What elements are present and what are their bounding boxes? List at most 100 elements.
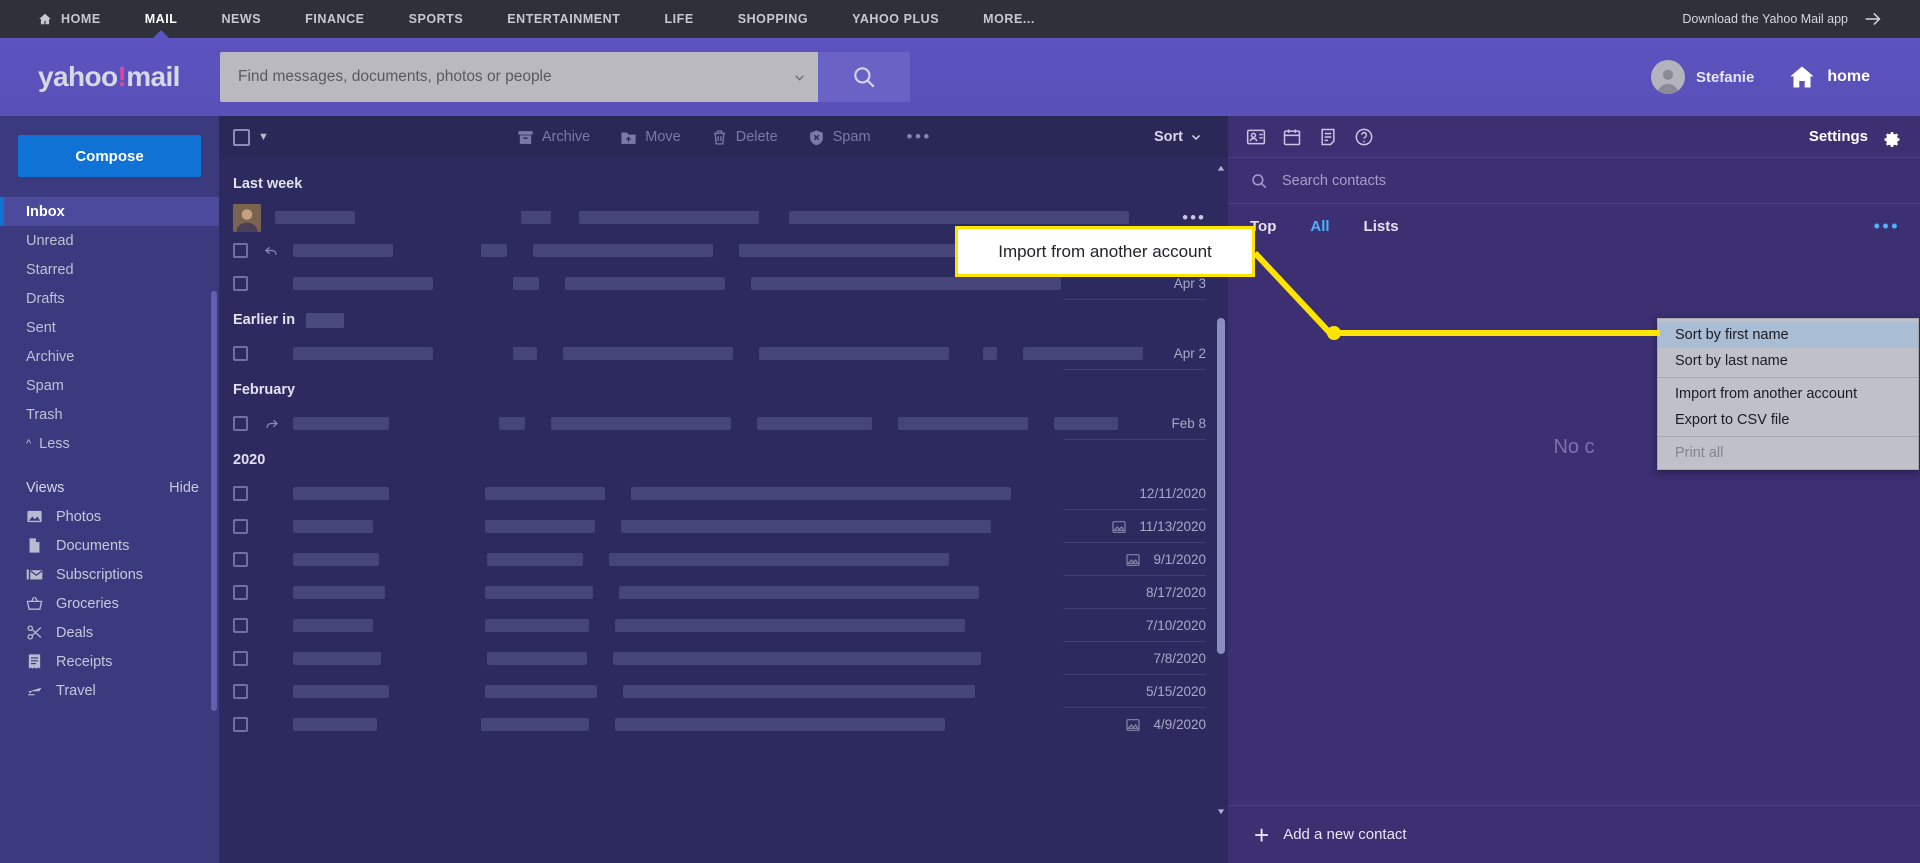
sidebar-item-archive[interactable]: Archive — [0, 342, 219, 371]
row-checkbox[interactable] — [233, 416, 248, 431]
yahoo-mail-logo[interactable]: yahoo!mail — [24, 61, 220, 93]
menu-item-export-to-csv-file[interactable]: Export to CSV file — [1658, 407, 1918, 433]
tab-lists[interactable]: Lists — [1364, 218, 1399, 235]
sort-button[interactable]: Sort — [1154, 129, 1214, 145]
scrollbar-thumb[interactable] — [1217, 318, 1225, 654]
tab-all[interactable]: All — [1310, 218, 1329, 235]
row-checkbox[interactable] — [233, 651, 248, 666]
contacts-more-menu-button[interactable]: ••• — [1874, 216, 1900, 237]
table-row[interactable]: Feb 8 — [219, 407, 1228, 440]
sidebar-less-toggle[interactable]: ^ Less — [0, 429, 219, 458]
menu-item-sort-by-last-name[interactable]: Sort by last name — [1658, 348, 1918, 374]
group-label: February — [233, 382, 296, 398]
archive-button[interactable]: Archive — [517, 129, 590, 146]
calendar-icon[interactable] — [1282, 127, 1302, 147]
table-row[interactable]: 12/11/2020 — [219, 477, 1228, 510]
table-row[interactable]: 7/8/2020 — [219, 642, 1228, 675]
attachment-image-icon — [1112, 520, 1127, 533]
contacts-header: Settings — [1228, 116, 1920, 158]
sidebar-item-inbox[interactable]: Inbox — [0, 197, 219, 226]
table-row[interactable]: 8/17/2020 — [219, 576, 1228, 609]
topnav-item-shopping[interactable]: SHOPPING — [716, 0, 830, 38]
sidebar-item-drafts[interactable]: Drafts — [0, 284, 219, 313]
row-checkbox[interactable] — [233, 346, 248, 361]
delete-button[interactable]: Delete — [711, 129, 778, 146]
table-row[interactable]: 9/1/2020 — [219, 543, 1228, 576]
row-checkbox[interactable] — [233, 717, 248, 732]
toolbar-more-button[interactable]: ••• — [907, 127, 932, 147]
menu-item-sort-by-first-name[interactable]: Sort by first name — [1658, 322, 1918, 348]
sidebar-item-documents[interactable]: Documents — [0, 531, 219, 560]
row-checkbox[interactable] — [233, 618, 248, 633]
topnav-item-more[interactable]: MORE... — [961, 0, 1057, 38]
move-label: Move — [645, 129, 681, 145]
row-checkbox[interactable] — [233, 486, 248, 501]
search-input[interactable]: Find messages, documents, photos or peop… — [220, 52, 818, 102]
topnav-item-news[interactable]: NEWS — [199, 0, 283, 38]
select-all-checkbox[interactable] — [233, 128, 250, 146]
sidebar-item-photos[interactable]: Photos — [0, 502, 219, 531]
table-row[interactable]: Apr 2 — [219, 337, 1228, 370]
topnav-item-yahoo-plus[interactable]: YAHOO PLUS — [830, 0, 961, 38]
row-actions[interactable]: ••• — [1063, 208, 1228, 228]
topnav-label: LIFE — [664, 12, 694, 26]
chevron-down-icon — [1191, 134, 1201, 141]
settings-button[interactable]: Settings — [1809, 126, 1902, 148]
menu-item-label: Sort by last name — [1675, 353, 1788, 369]
sidebar-item-receipts[interactable]: Receipts — [0, 647, 219, 676]
search-button[interactable] — [818, 52, 910, 102]
topnav-item-sports[interactable]: SPORTS — [387, 0, 486, 38]
sidebar-item-subscriptions[interactable]: Subscriptions — [0, 560, 219, 589]
row-checkbox[interactable] — [233, 684, 248, 699]
topnav-item-mail[interactable]: MAIL — [123, 0, 200, 38]
table-row[interactable]: 7/10/2020 — [219, 609, 1228, 642]
contacts-icon[interactable] — [1246, 127, 1266, 147]
sidebar-item-unread[interactable]: Unread — [0, 226, 219, 255]
home-button[interactable]: home — [1788, 63, 1870, 91]
help-icon[interactable] — [1354, 127, 1374, 147]
menu-item-import-from-another-account[interactable]: Import from another account — [1658, 381, 1918, 407]
row-checkbox[interactable] — [233, 552, 248, 567]
sidebar-item-travel[interactable]: Travel — [0, 676, 219, 705]
group-header-earlier: Earlier in — [219, 300, 1228, 337]
sidebar-item-trash[interactable]: Trash — [0, 400, 219, 429]
mail-header: yahoo!mail Find messages, documents, pho… — [0, 38, 1920, 116]
topnav-item-finance[interactable]: FINANCE — [283, 0, 386, 38]
sidebar-scrollbar[interactable] — [211, 291, 217, 711]
view-label: Deals — [56, 624, 94, 641]
settings-label: Settings — [1808, 128, 1868, 145]
scroll-down-arrow-icon[interactable] — [1217, 806, 1225, 816]
chevron-down-icon[interactable]: ▼ — [258, 131, 269, 143]
table-row[interactable]: 4/9/2020 — [219, 708, 1228, 741]
topnav-item-home[interactable]: HOME — [26, 0, 123, 38]
spam-button[interactable]: Spam — [808, 129, 871, 146]
account-menu[interactable]: Stefanie — [1650, 60, 1754, 94]
views-hide-button[interactable]: Hide — [169, 480, 199, 496]
topnav-item-life[interactable]: LIFE — [642, 0, 715, 38]
row-checkbox[interactable] — [233, 519, 248, 534]
sidebar-item-groceries[interactable]: Groceries — [0, 589, 219, 618]
sidebar-item-starred[interactable]: Starred — [0, 255, 219, 284]
sidebar-item-spam[interactable]: Spam — [0, 371, 219, 400]
row-checkbox[interactable] — [233, 243, 248, 258]
row-date: 5/15/2020 — [1145, 684, 1206, 699]
compose-button[interactable]: Compose — [18, 135, 201, 177]
yahoo-top-navigation: HOME MAIL NEWS FINANCE SPORTS ENTERTAINM… — [0, 0, 1920, 38]
add-contact-button[interactable]: + Add a new contact — [1228, 805, 1920, 863]
row-checkbox[interactable] — [233, 276, 248, 291]
topnav-label: MORE... — [983, 12, 1035, 26]
notepad-icon[interactable] — [1318, 127, 1338, 147]
topnav-item-entertainment[interactable]: ENTERTAINMENT — [485, 0, 642, 38]
chevron-down-icon[interactable] — [793, 71, 806, 84]
row-checkbox[interactable] — [233, 585, 248, 600]
table-row[interactable]: 5/15/2020 — [219, 675, 1228, 708]
move-button[interactable]: Move — [620, 129, 681, 146]
download-app-label: Download the Yahoo Mail app — [1682, 12, 1848, 26]
contacts-search-input[interactable]: Search contacts — [1228, 158, 1920, 204]
sidebar-item-deals[interactable]: Deals — [0, 618, 219, 647]
table-row[interactable]: 11/13/2020 — [219, 510, 1228, 543]
view-label: Groceries — [56, 595, 119, 612]
sidebar-item-sent[interactable]: Sent — [0, 313, 219, 342]
download-app-promo[interactable]: Download the Yahoo Mail app — [1682, 8, 1894, 30]
scroll-up-arrow-icon[interactable] — [1217, 164, 1225, 174]
